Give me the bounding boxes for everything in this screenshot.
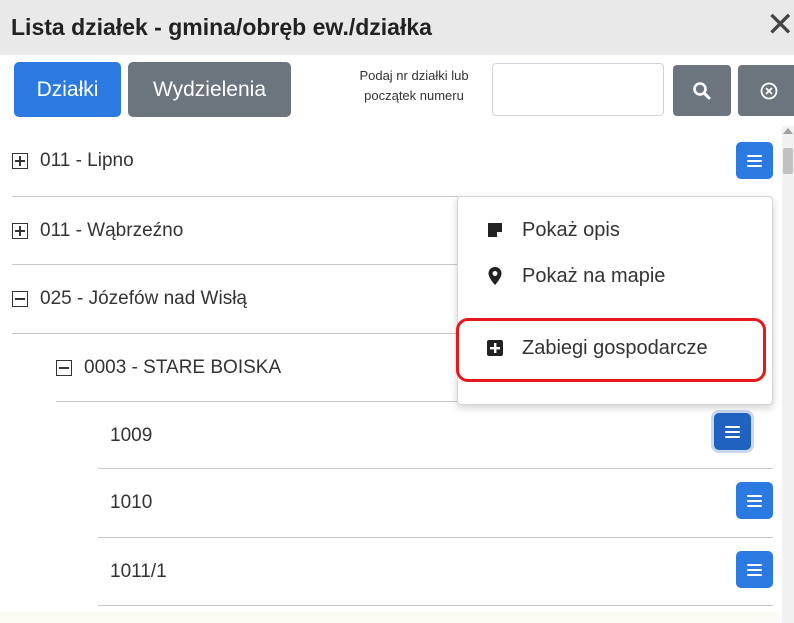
expand-icon[interactable] (12, 153, 28, 169)
tree-node-wabrzezno[interactable]: 011 - Wąbrzeźno (12, 197, 183, 265)
hamburger-icon (725, 425, 740, 438)
menu-item-pokaz-na-mapie[interactable]: Pokaż na mapie (486, 261, 665, 291)
row-menu-button[interactable] (736, 551, 773, 588)
collapse-icon[interactable] (56, 360, 72, 376)
dialog-title: Lista działek - gmina/obręb ew./działka (11, 14, 432, 40)
close-icon[interactable]: ✕ (766, 8, 794, 42)
note-icon (486, 221, 504, 239)
search-hint: Podaj nr działki lub początek numeru (340, 66, 488, 106)
tree-leaf-1010[interactable]: 1010 (98, 469, 152, 537)
tab-dzialki[interactable]: Działki (14, 62, 121, 117)
search-input[interactable] (492, 63, 664, 116)
divider (98, 605, 773, 606)
divider (98, 468, 773, 469)
tree-node-label: 1010 (110, 492, 153, 513)
tree-node-jozefow[interactable]: 025 - Józefów nad Wisłą (12, 265, 247, 333)
map-marker-icon (486, 267, 504, 285)
menu-item-label: Pokaż na mapie (522, 264, 666, 287)
tree-node-label: 0003 - STARE BOISKA (84, 357, 282, 378)
circle-x-icon (760, 82, 778, 99)
expand-icon[interactable] (12, 223, 28, 239)
row-menu-button[interactable] (736, 482, 773, 519)
hamburger-icon (747, 494, 762, 507)
row-menu-button[interactable] (736, 142, 773, 179)
dialog-titlebar: Lista działek - gmina/obręb ew./działka … (0, 0, 794, 55)
tree-node-label: 025 - Józefów nad Wisłą (40, 288, 247, 309)
search-button[interactable] (673, 65, 731, 116)
tree-node-label: 011 - Lipno (40, 150, 134, 171)
highlight-frame (456, 318, 766, 382)
tree-node-label: 1009 (110, 425, 153, 446)
clear-button[interactable] (738, 65, 794, 116)
search-hint-line2: początek numeru (364, 88, 464, 103)
divider (98, 537, 773, 538)
collapse-icon[interactable] (12, 291, 28, 307)
hamburger-icon (747, 154, 762, 167)
row-menu-button-active[interactable] (714, 413, 751, 450)
hamburger-icon (747, 563, 762, 576)
scroll-up-arrow-icon[interactable] (783, 128, 793, 134)
tree-leaf-1011-1[interactable]: 1011/1 (98, 538, 167, 606)
tree-node-lipno[interactable]: 011 - Lipno (12, 127, 134, 195)
tree-node-label: 1011/1 (110, 561, 167, 582)
menu-item-label: Pokaż opis (522, 218, 620, 241)
tab-wydzielenia[interactable]: Wydzielenia (128, 62, 291, 117)
menu-item-pokaz-opis[interactable]: Pokaż opis (486, 215, 620, 245)
scrollbar[interactable] (782, 126, 794, 623)
tree-node-stare-boiska[interactable]: 0003 - STARE BOISKA (56, 334, 281, 402)
tree-node-label: 011 - Wąbrzeźno (40, 220, 184, 241)
scrollbar-thumb[interactable] (783, 148, 793, 174)
search-hint-line1: Podaj nr działki lub (359, 68, 469, 83)
search-icon (693, 81, 711, 99)
bottom-edge (0, 612, 780, 623)
tree-leaf-1009[interactable]: 1009 (98, 402, 152, 470)
